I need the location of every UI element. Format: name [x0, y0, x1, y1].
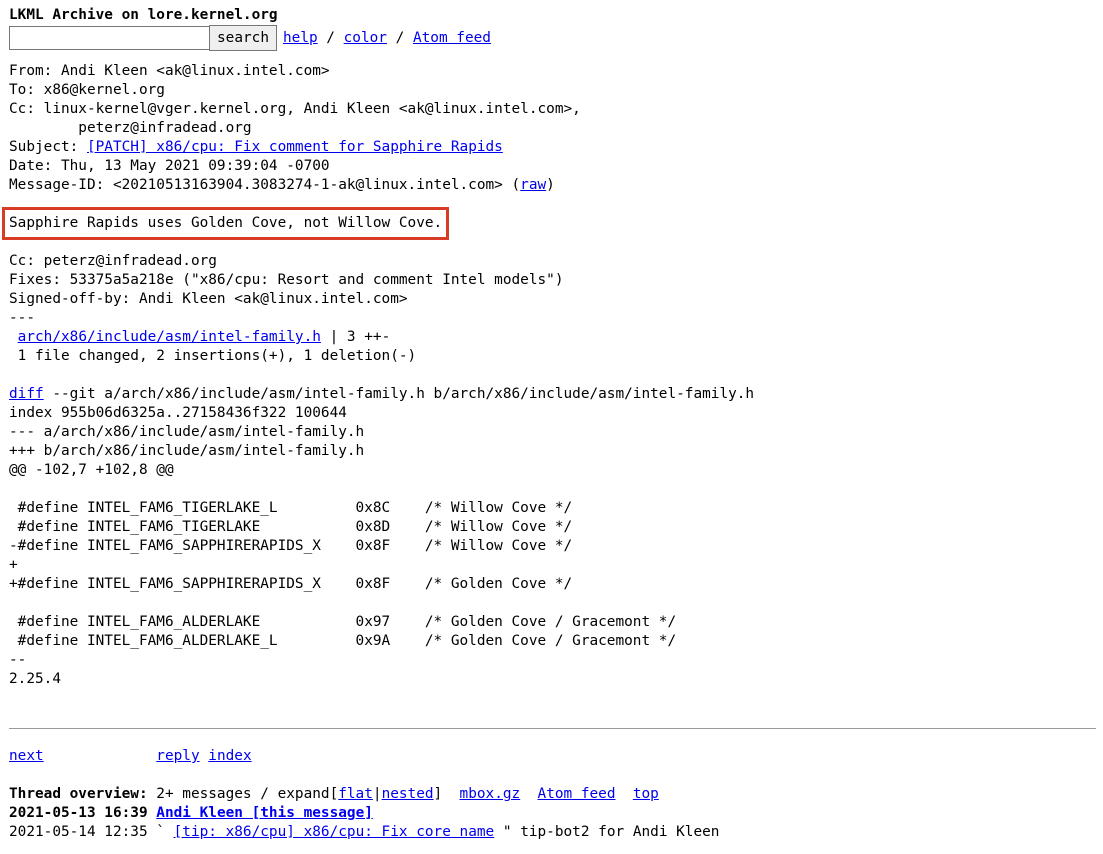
thread-overview: Thread overview: 2+ messages / expand[fl…: [9, 786, 659, 802]
search-form: search help / color / Atom feed: [9, 25, 1096, 51]
message-id-header: Message-ID: <20210513163904.3083274-1-ak…: [9, 176, 1096, 195]
thread-item-date: 2021-05-14 12:35: [9, 824, 148, 840]
diff-line-added: +: [9, 557, 18, 573]
atom-feed-link[interactable]: Atom feed: [413, 30, 491, 46]
diff-line: [9, 594, 1096, 613]
diff-git-text: --git a/arch/x86/include/asm/intel-famil…: [43, 386, 755, 402]
footer-nav: next reply index: [9, 747, 719, 766]
diff-link[interactable]: diff: [9, 386, 44, 402]
signed-off-line: Signed-off-by: Andi Kleen <ak@linux.inte…: [9, 291, 408, 307]
to-header: To: x86@kernel.org: [9, 82, 165, 98]
diffstat-file-link[interactable]: arch/x86/include/asm/intel-family.h: [18, 329, 321, 345]
diff-line-added: +#define INTEL_FAM6_SAPPHIRERAPIDS_X 0x8…: [9, 576, 573, 592]
fixes-line: Fixes: 53375a5a218e ("x86/cpu: Resort an…: [9, 272, 564, 288]
search-button[interactable]: search: [209, 25, 277, 51]
diff-plus-file: +++ b/arch/x86/include/asm/intel-family.…: [9, 443, 365, 459]
footer-divider: [9, 728, 1096, 729]
message-page: LKML Archive on lore.kernel.org search h…: [1, 6, 1096, 689]
git-version: 2.25.4: [9, 671, 61, 687]
header-nav: help / color / Atom feed: [283, 30, 491, 46]
diff-git-line: diff --git a/arch/x86/include/asm/intel-…: [9, 385, 1096, 404]
diffstat-line: arch/x86/include/asm/intel-family.h | 3 …: [9, 328, 1096, 347]
diffstat-count: | 3 ++-: [320, 329, 391, 345]
raw-link[interactable]: raw: [520, 177, 546, 193]
top-link[interactable]: top: [633, 786, 659, 802]
thread-footer: next reply index Thread overview: 2+ mess…: [9, 747, 719, 842]
body-cc: Cc: peterz@infradead.org: [9, 253, 217, 269]
signature-separator: --: [9, 652, 27, 668]
diff-minus-file: --- a/arch/x86/include/asm/intel-family.…: [9, 424, 365, 440]
subject-label: Subject:: [9, 139, 87, 155]
thread-reply-author: " tip-bot2 for Andi Kleen: [494, 824, 720, 840]
thread-item-date: 2021-05-13 16:39: [9, 805, 148, 821]
mbox-link[interactable]: mbox.gz: [460, 786, 521, 802]
index-link[interactable]: index: [208, 748, 251, 764]
flat-link[interactable]: flat: [338, 786, 373, 802]
highlight-box: Sapphire Rapids uses Golden Cove, not Wi…: [1, 207, 450, 240]
diff-index-line: index 955b06d6325a..27158436f322 100644: [9, 405, 347, 421]
diff-line: #define INTEL_FAM6_ALDERLAKE_L 0x9A /* G…: [9, 633, 677, 649]
nested-link[interactable]: nested: [382, 786, 434, 802]
help-link[interactable]: help: [283, 30, 318, 46]
diff-line: #define INTEL_FAM6_ALDERLAKE 0x97 /* Gol…: [9, 614, 677, 630]
from-header: From: Andi Kleen <ak@linux.intel.com>: [9, 63, 330, 79]
diff-line: #define INTEL_FAM6_TIGERLAKE 0x8D /* Wil…: [9, 519, 573, 535]
search-input[interactable]: [9, 26, 210, 50]
date-header: Date: Thu, 13 May 2021 09:39:04 -0700: [9, 158, 330, 174]
thread-item: 2021-05-14 12:35 ` [tip: x86/cpu] x86/cp…: [9, 824, 720, 840]
footer-atom-link[interactable]: Atom feed: [538, 786, 616, 802]
subject-link[interactable]: [PATCH] x86/cpu: Fix comment for Sapphir…: [87, 139, 503, 155]
thread-current-link[interactable]: Andi Kleen [this message]: [156, 805, 373, 821]
diff-line: #define INTEL_FAM6_TIGERLAKE_L 0x8C /* W…: [9, 500, 573, 516]
highlighted-line: Sapphire Rapids uses Golden Cove, not Wi…: [1, 207, 1096, 240]
footer-pre: next reply index Thread overview: 2+ mess…: [9, 747, 719, 842]
cc-header: Cc: linux-kernel@vger.kernel.org, Andi K…: [9, 101, 581, 117]
dash-separator: ---: [9, 310, 35, 326]
message-id-text: Message-ID: <20210513163904.3083274-1-ak…: [9, 177, 521, 193]
nav-separator: /: [317, 30, 344, 46]
diff-line-removed: -#define INTEL_FAM6_SAPPHIRERAPIDS_X 0x8…: [9, 538, 573, 554]
diffstat-summary: 1 file changed, 2 insertions(+), 1 delet…: [9, 348, 417, 364]
subject-header: Subject: [PATCH] x86/cpu: Fix comment fo…: [9, 138, 1096, 157]
diff-line: [9, 480, 1096, 499]
next-link[interactable]: next: [9, 748, 44, 764]
reply-link[interactable]: reply: [156, 748, 199, 764]
diff-hunk-header: @@ -102,7 +102,8 @@: [9, 462, 174, 478]
thread-item-current: 2021-05-13 16:39 Andi Kleen [this messag…: [9, 804, 719, 823]
thread-reply-link[interactable]: [tip: x86/cpu] x86/cpu: Fix core name: [174, 824, 495, 840]
archive-title: LKML Archive on lore.kernel.org: [9, 7, 278, 23]
color-link[interactable]: color: [344, 30, 387, 46]
thread-overview-label: Thread overview:: [9, 786, 148, 802]
message-headers: From: Andi Kleen <ak@linux.intel.com> To:…: [1, 62, 1096, 689]
message-id-close: ): [546, 177, 555, 193]
cc-header-cont: peterz@infradead.org: [9, 120, 252, 136]
nav-separator: /: [386, 30, 413, 46]
